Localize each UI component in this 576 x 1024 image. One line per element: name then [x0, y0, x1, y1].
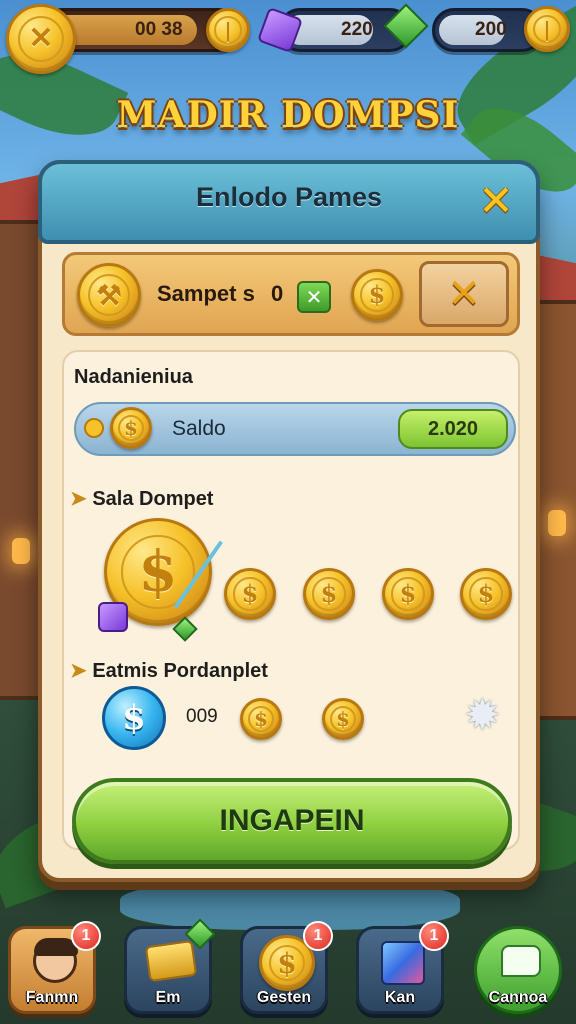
dollar-coin-icon-inner: $	[118, 415, 144, 441]
summary-row-value: 0	[270, 281, 284, 306]
dollar-coin-icon-inner: $	[391, 577, 425, 611]
nav-chat-button[interactable]: Cannoa	[474, 926, 562, 1014]
dollar-coin-icon: $	[382, 568, 434, 620]
saldo-value: 2.020	[398, 409, 508, 449]
notification-badge: 1	[419, 921, 449, 951]
gear-icon[interactable]: ✹	[464, 690, 501, 741]
game-title: MADIR DOMPSI	[116, 94, 460, 136]
coin-counter-value: 200	[475, 19, 507, 40]
rewards-amount: 009	[186, 706, 218, 727]
gem-counter-value: 220	[341, 19, 373, 40]
coin-icon: |	[206, 8, 250, 52]
dialog-header: Enlodo Pames ✕	[38, 160, 540, 244]
nav-gold-button[interactable]: Em	[124, 918, 216, 1014]
dollar-coin-icon: $	[110, 407, 152, 449]
hammer-coin-icon: ⚒	[77, 263, 141, 327]
dollar-coin-icon: $	[460, 568, 512, 620]
dialog-panel: Enlodo Pames ✕ ⚒ Sampet s 0 ✕ $ ✕ Nadani…	[38, 160, 540, 882]
nav-label: Em	[155, 989, 181, 1006]
nav-label: Kan	[384, 989, 416, 1006]
chat-icon	[501, 945, 541, 977]
coin-icon-inner: |	[532, 14, 562, 44]
coin-icon-inner: $	[269, 945, 305, 981]
hammer-coin-icon-inner: ⚒	[88, 274, 130, 316]
dollar-coin-icon-inner: $	[248, 706, 274, 732]
lamp-icon	[12, 538, 30, 564]
gold-bars-icon	[144, 939, 198, 983]
notification-badge: 1	[71, 921, 101, 951]
nav-cube-button[interactable]: Kan 1	[356, 921, 449, 1014]
dollar-coin-icon: $	[351, 269, 403, 321]
green-chip-icon: ✕	[297, 281, 331, 313]
dollar-coin-icon: $	[224, 568, 276, 620]
coin-icon[interactable]: |	[524, 6, 570, 52]
summary-row: ⚒ Sampet s 0 ✕ $ ✕	[62, 252, 520, 336]
nav-label: Fanmn	[25, 989, 79, 1006]
pond	[120, 880, 460, 930]
cancel-button[interactable]: ✕	[419, 261, 509, 327]
saldo-label: Saldo	[172, 417, 226, 440]
nav-label: Cannoa	[488, 989, 548, 1006]
summary-row-label: Sampet s 0	[157, 281, 283, 307]
dollar-coin-icon-inner: $	[469, 577, 503, 611]
notification-badge: 1	[303, 921, 333, 951]
purple-gem-icon	[98, 602, 128, 632]
blue-dollar-coin-icon: $	[102, 686, 166, 750]
nav-label: Gesten	[256, 989, 312, 1006]
dollar-coin-icon-inner: $	[330, 706, 356, 732]
section-heading-2-text: Sala Dompet	[92, 488, 214, 510]
avatar-icon	[33, 938, 78, 983]
dollar-coin-icon: $	[322, 698, 364, 740]
crossed-hammers-icon-inner: ✕	[17, 15, 65, 63]
crossed-hammers-icon[interactable]: ✕	[6, 4, 76, 74]
dollar-coin-icon: $	[240, 698, 282, 740]
close-icon[interactable]: ✕	[474, 176, 518, 225]
dialog-title: Enlodo Pames	[195, 182, 383, 212]
confirm-button[interactable]: INGAPEIN	[72, 778, 512, 864]
saldo-bar: $ Saldo 2.020	[74, 402, 516, 456]
dollar-coin-icon-inner: $	[233, 577, 267, 611]
content-card: Nadanieniua $ Saldo 2.020 ➤ Sala Dompet …	[62, 350, 520, 850]
section-heading-3-text: Eatmis Pordanplet	[92, 660, 268, 682]
coin-icon-inner: |	[214, 16, 242, 44]
summary-row-label-text: Sampet s	[157, 281, 255, 306]
chevron-right-icon: ➤	[70, 488, 87, 510]
lamp-icon	[548, 510, 566, 536]
nav-profile-button[interactable]: Fanmn 1	[8, 921, 101, 1014]
cube-icon	[381, 941, 425, 985]
chevron-right-icon: ➤	[70, 660, 87, 682]
section-heading-3: ➤ Eatmis Pordanplet	[70, 658, 268, 683]
dollar-coin-icon-inner: $	[360, 278, 394, 312]
nav-coins-button[interactable]: $ Gesten 1	[240, 921, 333, 1014]
section-heading-1: Nadanieniua	[74, 366, 193, 388]
section-heading-2: ➤ Sala Dompet	[70, 486, 213, 511]
gold-counter-value: 00 38	[135, 19, 183, 40]
dollar-coin-icon: $	[303, 568, 355, 620]
dollar-coin-icon-inner: $	[312, 577, 346, 611]
small-coin-icon	[84, 418, 104, 438]
